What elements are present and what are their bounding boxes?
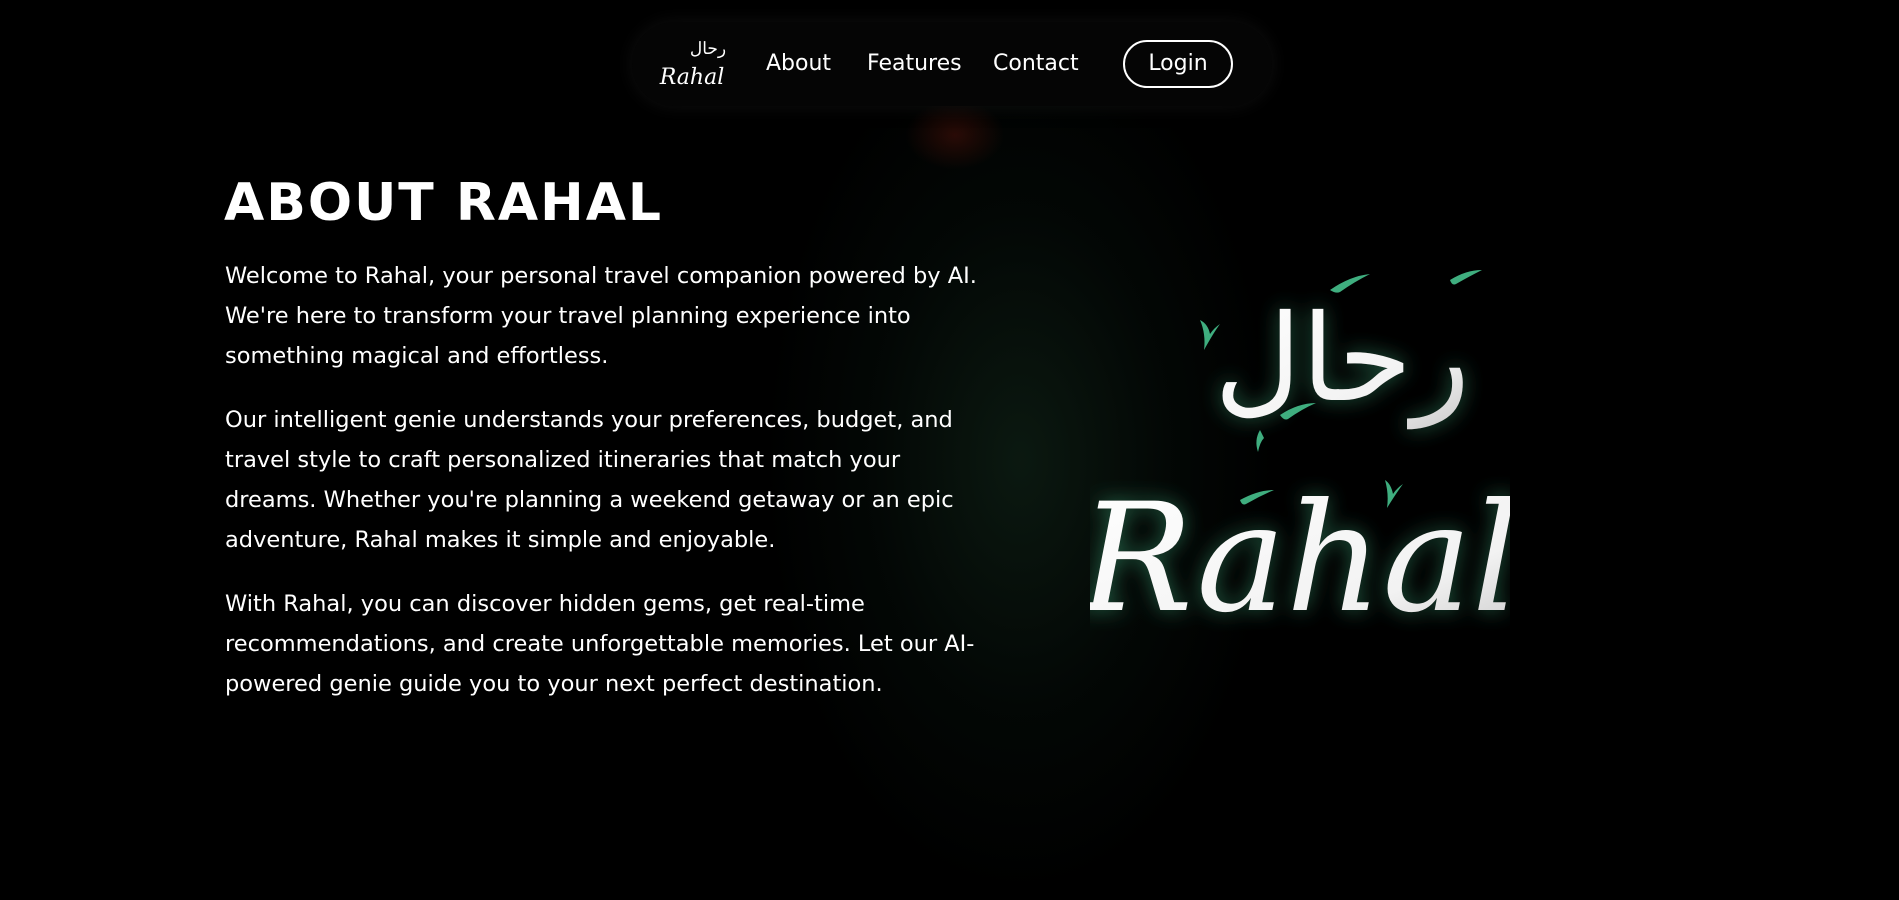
background-glow-accent	[905, 100, 1005, 170]
about-paragraph: Our intelligent genie understands your p…	[225, 407, 954, 553]
nav-link-contact[interactable]: Contact	[993, 50, 1079, 78]
login-button[interactable]: Login	[1123, 40, 1233, 88]
about-content: Welcome to Rahal, your personal travel c…	[225, 256, 985, 728]
rahal-logo[interactable]: رحال Rahal	[656, 36, 728, 90]
logo-latin-text: Rahal	[659, 65, 725, 90]
logo-arabic-text: رحال	[690, 39, 726, 59]
nav-link-features[interactable]: Features	[867, 50, 962, 78]
about-paragraph: With Rahal, you can discover hidden gems…	[225, 591, 975, 697]
hero-logo: رحال Rahal	[1090, 270, 1510, 646]
hero-logo-latin: Rahal	[1090, 472, 1510, 646]
hero-logo-arabic: رحال	[1214, 290, 1470, 430]
about-paragraph: Welcome to Rahal, your personal travel c…	[225, 263, 977, 369]
page-title: ABOUT RAHAL	[224, 173, 664, 233]
nav-link-about[interactable]: About	[766, 50, 831, 78]
